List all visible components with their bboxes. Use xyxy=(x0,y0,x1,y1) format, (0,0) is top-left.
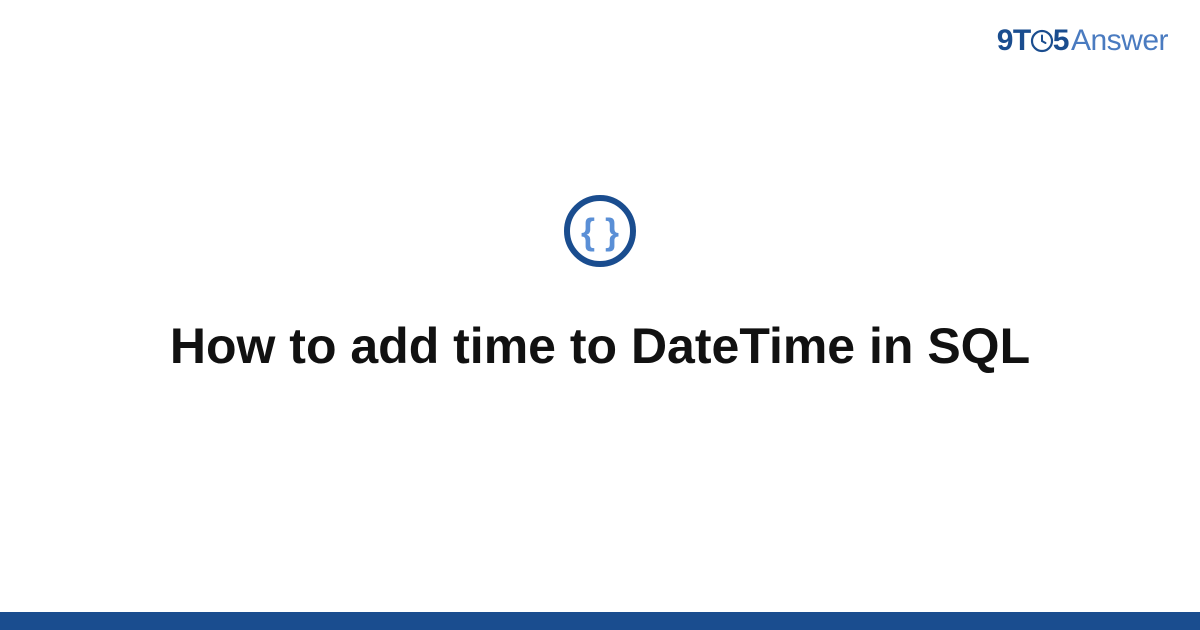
footer-accent-bar xyxy=(0,612,1200,630)
svg-text:{ }: { } xyxy=(581,211,619,252)
code-braces-icon: { } xyxy=(563,194,637,268)
page-title: How to add time to DateTime in SQL xyxy=(170,316,1030,377)
main-content: { } How to add time to DateTime in SQL xyxy=(0,0,1200,630)
